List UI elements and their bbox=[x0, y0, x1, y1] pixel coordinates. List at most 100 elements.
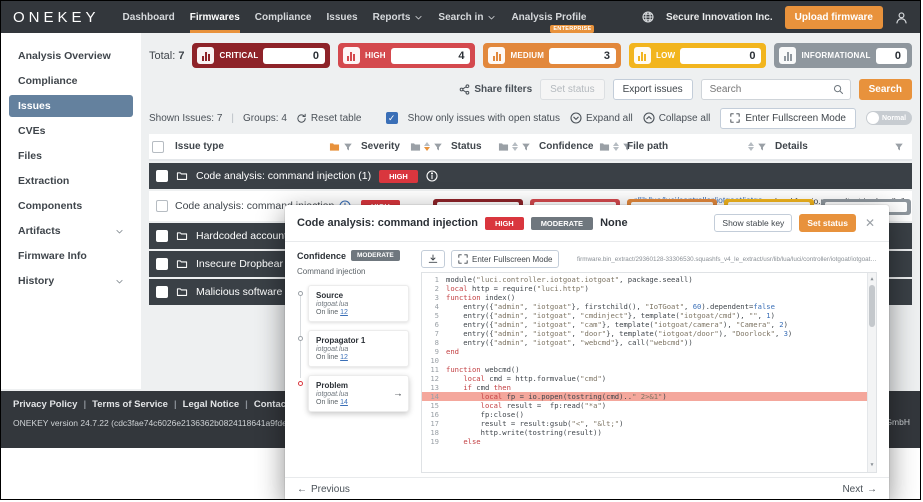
folder-icon bbox=[176, 231, 188, 242]
nav-item-search-in[interactable]: Search in bbox=[438, 1, 496, 33]
filter-funnel-icon[interactable] bbox=[894, 142, 904, 152]
collapse-all-button[interactable]: Collapse all bbox=[643, 112, 711, 124]
filter-funnel-icon[interactable] bbox=[521, 142, 531, 152]
modal-confidence-badge: MODERATE bbox=[531, 217, 593, 230]
sidebar-item-analysis-overview[interactable]: Analysis Overview bbox=[9, 45, 133, 67]
nav-item-reports[interactable]: Reports bbox=[373, 1, 424, 33]
row-checkbox[interactable] bbox=[156, 286, 168, 298]
nav-item-analysis-profile[interactable]: Analysis ProfileENTERPRISE bbox=[511, 1, 586, 33]
modal-set-status-button[interactable]: Set status bbox=[799, 214, 856, 232]
show-stable-key-button[interactable]: Show stable key bbox=[714, 214, 792, 232]
share-filters-button[interactable]: Share filters bbox=[459, 84, 532, 95]
sidebar-item-components[interactable]: Components bbox=[9, 195, 133, 217]
line-number-link[interactable]: 12 bbox=[340, 354, 348, 361]
previous-issue-button[interactable]: ←Previous bbox=[297, 484, 350, 495]
column-header-confidence: Confidence bbox=[539, 141, 627, 152]
fullscreen-mode-button[interactable]: Enter Fullscreen Mode bbox=[720, 108, 856, 129]
sidebar-item-artifacts[interactable]: Artifacts bbox=[9, 220, 133, 242]
sidebar-item-issues[interactable]: Issues bbox=[9, 95, 133, 117]
search-input[interactable] bbox=[708, 83, 826, 96]
expand-all-button[interactable]: Expand all bbox=[570, 112, 633, 124]
export-issues-button[interactable]: Export issues bbox=[613, 79, 693, 100]
trace-panel: Confidence MODERATE Command injection So… bbox=[297, 250, 409, 473]
onekey-logo: ONEKEY bbox=[13, 9, 100, 26]
sort-icon[interactable] bbox=[424, 142, 430, 151]
nav-item-compliance[interactable]: Compliance bbox=[255, 1, 312, 33]
footer-link-terms-of-service[interactable]: Terms of Service bbox=[92, 399, 168, 410]
trace-card-propagator-1[interactable]: Propagator 1iotgoat.luaOn line 12 bbox=[308, 330, 409, 367]
modal-header: Code analysis: command injection HIGH MO… bbox=[285, 205, 889, 242]
sort-icon[interactable] bbox=[613, 142, 619, 151]
group-label: Code analysis: command injection (1) bbox=[196, 170, 371, 182]
code-box: 1module("luci.controller.iotgoat.iotgoat… bbox=[421, 272, 877, 473]
sidebar-item-cves[interactable]: CVEs bbox=[9, 120, 133, 142]
download-file-button[interactable] bbox=[421, 250, 445, 268]
code-line-10: 10 bbox=[422, 356, 876, 365]
code-line-7: 7 entry({"admin", "iotgoat", "door"}, te… bbox=[422, 329, 876, 338]
trace-card-source[interactable]: Sourceiotgoat.luaOn line 12 bbox=[308, 285, 409, 322]
nav-item-dashboard[interactable]: Dashboard bbox=[123, 1, 175, 33]
taint-trace-list: Sourceiotgoat.luaOn line 12 Propagator 1i… bbox=[297, 285, 409, 412]
info-icon[interactable] bbox=[426, 170, 438, 182]
sidebar-item-compliance[interactable]: Compliance bbox=[9, 70, 133, 92]
code-fullscreen-button[interactable]: Enter Fullscreen Mode bbox=[451, 250, 559, 268]
sidebar-item-files[interactable]: Files bbox=[9, 145, 133, 167]
code-scrollbar[interactable]: ▲▼ bbox=[867, 273, 876, 472]
user-icon[interactable] bbox=[895, 11, 908, 24]
row-checkbox[interactable] bbox=[156, 230, 168, 242]
next-issue-button[interactable]: Next→ bbox=[842, 484, 877, 495]
groups-count: Groups: 4 bbox=[243, 113, 287, 124]
table-controls-row: Shown Issues: 7 | Groups: 4 Reset table … bbox=[149, 108, 912, 128]
trace-card-problem[interactable]: Problemiotgoat.luaOn line 14→ bbox=[308, 375, 409, 412]
row-checkbox[interactable] bbox=[156, 170, 168, 182]
sort-icon[interactable] bbox=[512, 142, 518, 151]
footer-link-privacy-policy[interactable]: Privacy Policy bbox=[13, 399, 77, 410]
group-folder-icon[interactable] bbox=[599, 142, 610, 152]
sidebar-item-firmware-info[interactable]: Firmware Info bbox=[9, 245, 133, 267]
normal-mode-toggle[interactable]: Normal bbox=[866, 111, 912, 125]
trace-file-name: iotgoat.lua bbox=[316, 301, 401, 308]
group-folder-icon[interactable] bbox=[498, 142, 509, 152]
share-icon bbox=[459, 84, 470, 95]
column-header-severity: Severity bbox=[361, 141, 451, 152]
footer-link-legal-notice[interactable]: Legal Notice bbox=[183, 399, 240, 410]
severity-label: CRITICAL bbox=[219, 51, 258, 60]
search-box bbox=[701, 79, 851, 100]
severity-pill-critical[interactable]: CRITICAL0 bbox=[192, 43, 330, 68]
group-row[interactable]: Code analysis: command injection (1)HIGH bbox=[149, 163, 912, 189]
folder-icon bbox=[176, 171, 188, 182]
code-file-path: firmware.bin_extract/29360128-33306530.s… bbox=[577, 256, 877, 263]
bar-chart-icon bbox=[488, 47, 505, 64]
close-icon[interactable]: ✕ bbox=[863, 216, 877, 230]
sidebar-item-history[interactable]: History bbox=[9, 270, 133, 292]
severity-pill-low[interactable]: LOW0 bbox=[629, 43, 767, 68]
filter-funnel-icon[interactable] bbox=[757, 142, 767, 152]
trace-file-name: iotgoat.lua bbox=[316, 391, 401, 398]
sidebar-item-extraction[interactable]: Extraction bbox=[9, 170, 133, 192]
line-number-link[interactable]: 14 bbox=[340, 399, 348, 406]
open-status-checkbox[interactable]: ✓ bbox=[386, 112, 398, 124]
code-line-1: 1module("luci.controller.iotgoat.iotgoat… bbox=[422, 275, 876, 284]
reset-table-button[interactable]: Reset table bbox=[296, 113, 362, 124]
code-line-11: 11function webcmd() bbox=[422, 365, 876, 374]
caret-down-icon bbox=[487, 13, 496, 22]
group-folder-icon[interactable] bbox=[410, 142, 421, 152]
filter-funnel-icon[interactable] bbox=[433, 142, 443, 152]
search-button[interactable]: Search bbox=[859, 79, 912, 100]
line-number-link[interactable]: 12 bbox=[340, 309, 348, 316]
severity-pill-high[interactable]: HIGH4 bbox=[338, 43, 476, 68]
group-folder-icon[interactable] bbox=[329, 142, 340, 152]
upload-firmware-button[interactable]: Upload firmware bbox=[785, 6, 883, 29]
row-checkbox[interactable] bbox=[156, 258, 168, 270]
filter-funnel-icon[interactable] bbox=[343, 142, 353, 152]
select-all-checkbox[interactable] bbox=[152, 141, 164, 153]
row-checkbox[interactable] bbox=[156, 200, 168, 212]
severity-pill-informational[interactable]: INFORMATIONAL0 bbox=[774, 43, 912, 68]
sort-icon[interactable] bbox=[748, 142, 754, 151]
nav-item-firmwares[interactable]: Firmwares bbox=[190, 1, 240, 33]
nav-item-issues[interactable]: Issues bbox=[326, 1, 357, 33]
scrollbar-thumb[interactable] bbox=[869, 285, 875, 327]
shown-issues-count: Shown Issues: 7 bbox=[149, 113, 222, 124]
app-window: ONEKEY Dashboard Firmwares Compliance Issue… bbox=[0, 0, 921, 500]
severity-pill-medium[interactable]: MEDIUM3 bbox=[483, 43, 621, 68]
